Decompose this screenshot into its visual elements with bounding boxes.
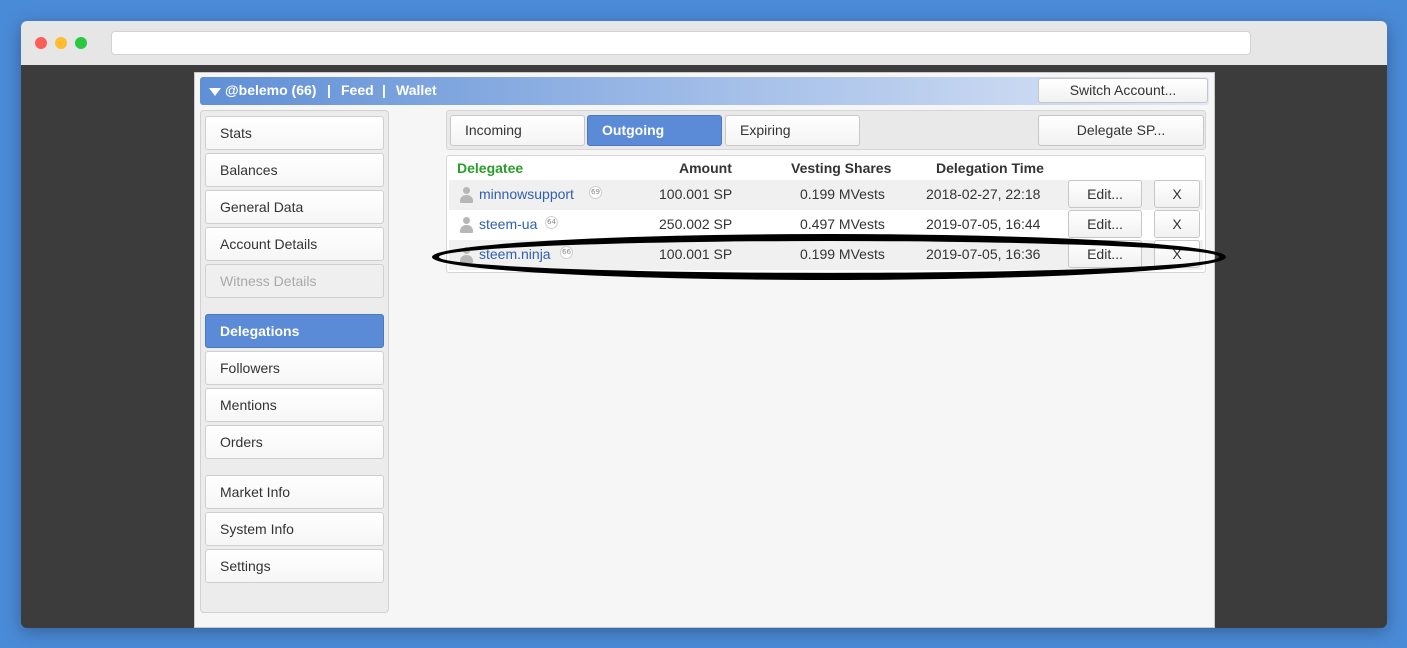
sidebar-item-general-data[interactable]: General Data: [205, 190, 384, 224]
browser-titlebar: [21, 21, 1387, 65]
header-separator: |: [327, 82, 331, 98]
sidebar-item-followers[interactable]: Followers: [205, 351, 384, 385]
table-row: steem.ninja 66 100.001 SP 0.199 MVests 2…: [449, 240, 1203, 270]
tab-expiring[interactable]: Expiring: [725, 115, 860, 146]
sidebar-item-witness-details: Witness Details: [205, 264, 384, 298]
vesting-shares: 0.199 MVests: [800, 186, 885, 202]
delegatee-username[interactable]: steem-ua: [479, 216, 537, 232]
vesting-shares: 0.497 MVests: [800, 216, 885, 232]
header-separator: |: [382, 82, 386, 98]
sidebar-item-settings[interactable]: Settings: [205, 549, 384, 583]
address-bar[interactable]: [111, 31, 1251, 55]
feed-link[interactable]: Feed: [341, 82, 374, 98]
reputation-badge: 66: [560, 246, 573, 259]
delegate-sp-button[interactable]: Delegate SP...: [1038, 115, 1204, 146]
reputation-badge: 69: [589, 186, 602, 199]
switch-account-button[interactable]: Switch Account...: [1038, 78, 1208, 103]
delegation-time: 2019-07-05, 16:36: [926, 246, 1041, 262]
sidebar-item-market-info[interactable]: Market Info: [205, 475, 384, 509]
delegations-table: Delegatee Amount Vesting Shares Delegati…: [446, 155, 1206, 273]
delegation-amount: 100.001 SP: [659, 246, 733, 262]
table-row: minnowsupport 69 100.001 SP 0.199 MVests…: [449, 180, 1203, 210]
wallet-link[interactable]: Wallet: [396, 82, 437, 98]
tab-incoming[interactable]: Incoming: [450, 115, 585, 146]
sidebar-item-orders[interactable]: Orders: [205, 425, 384, 459]
close-window-icon[interactable]: [35, 37, 47, 49]
remove-delegation-button[interactable]: X: [1154, 210, 1200, 238]
sidebar-item-balances[interactable]: Balances: [205, 153, 384, 187]
column-header-delegatee[interactable]: Delegatee: [457, 160, 523, 176]
remove-delegation-button[interactable]: X: [1154, 240, 1200, 268]
column-header-delegation-time[interactable]: Delegation Time: [936, 160, 1044, 176]
delegation-time: 2018-02-27, 22:18: [926, 186, 1041, 202]
minimize-window-icon[interactable]: [55, 37, 67, 49]
reputation-badge: 64: [545, 216, 558, 229]
account-name-link[interactable]: @belemo (66): [225, 82, 316, 98]
delegatee-username[interactable]: steem.ninja: [479, 246, 551, 262]
sidebar-item-stats[interactable]: Stats: [205, 116, 384, 150]
tab-outgoing[interactable]: Outgoing: [587, 115, 722, 146]
column-header-vesting-shares[interactable]: Vesting Shares: [791, 160, 891, 176]
delegation-amount: 250.002 SP: [659, 216, 733, 232]
delegatee-username[interactable]: minnowsupport: [479, 186, 574, 202]
browser-window: @belemo (66) | Feed | Wallet Switch Acco…: [21, 21, 1387, 628]
delegation-tabs-bar: Incoming Outgoing Expiring Delegate SP..…: [446, 110, 1206, 150]
table-row: steem-ua 64 250.002 SP 0.497 MVests 2019…: [449, 210, 1203, 240]
sidebar: Stats Balances General Data Account Deta…: [200, 110, 389, 613]
sidebar-item-account-details[interactable]: Account Details: [205, 227, 384, 261]
maximize-window-icon[interactable]: [75, 37, 87, 49]
sidebar-item-delegations[interactable]: Delegations: [205, 314, 384, 348]
delegation-time: 2019-07-05, 16:44: [926, 216, 1041, 232]
column-header-amount[interactable]: Amount: [679, 160, 732, 176]
app-panel: @belemo (66) | Feed | Wallet Switch Acco…: [194, 72, 1215, 628]
account-header: @belemo (66) | Feed | Wallet Switch Acco…: [200, 77, 1209, 105]
user-icon: [459, 247, 473, 263]
user-icon: [459, 187, 473, 203]
sidebar-item-system-info[interactable]: System Info: [205, 512, 384, 546]
edit-delegation-button[interactable]: Edit...: [1068, 210, 1142, 238]
user-icon: [459, 217, 473, 233]
remove-delegation-button[interactable]: X: [1154, 180, 1200, 208]
edit-delegation-button[interactable]: Edit...: [1068, 180, 1142, 208]
dropdown-triangle-icon[interactable]: [209, 88, 221, 96]
vesting-shares: 0.199 MVests: [800, 246, 885, 262]
edit-delegation-button[interactable]: Edit...: [1068, 240, 1142, 268]
delegation-amount: 100.001 SP: [659, 186, 733, 202]
sidebar-item-mentions[interactable]: Mentions: [205, 388, 384, 422]
